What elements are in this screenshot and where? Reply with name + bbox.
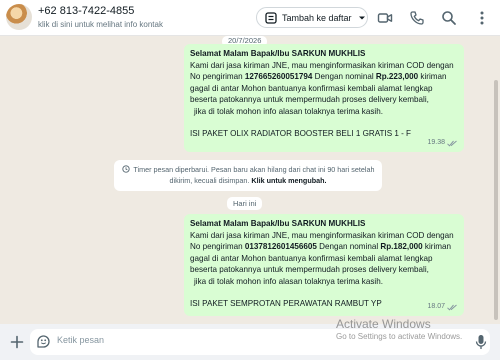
message-text: Dengan nominal — [319, 242, 379, 252]
voice-call-icon[interactable] — [409, 10, 425, 26]
contact-name[interactable]: +62 813-7422-4855 — [38, 5, 134, 17]
message-text: No pengiriman — [190, 242, 243, 252]
disappearing-timer-notice[interactable]: Timer pesan diperbarui. Pesan baru akan … — [114, 160, 382, 191]
sticker-icon[interactable] — [36, 334, 51, 349]
message-time: 18.07 — [427, 303, 445, 311]
activate-windows-title: Activate Windows — [336, 317, 431, 331]
message-text: jika di tolak mohon info alasan tolaknya… — [194, 106, 383, 116]
message-bubble[interactable]: Selamat Malam Bapak/Ibu SARKUN MUKHLIS K… — [184, 214, 464, 316]
attach-plus-icon[interactable] — [10, 335, 24, 349]
amount: Rp.182,000 — [380, 242, 423, 252]
message-text: No pengiriman — [190, 72, 243, 82]
timer-icon — [121, 165, 130, 173]
message-text: kiriman — [424, 242, 452, 252]
contact-info-hint[interactable]: klik di sini untuk melihat info kontak — [38, 20, 163, 29]
message-time: 19.38 — [427, 139, 445, 147]
double-check-icon — [447, 304, 457, 311]
package-contents: ISI PAKET SEMPROTAN PERAWATAN RAMBUT YP — [190, 298, 382, 308]
message-text: jika di tolak mohon info alasan tolaknya… — [194, 276, 383, 286]
date-divider-today: Hari ini — [227, 197, 263, 210]
message-input-placeholder: Ketik pesan — [57, 335, 105, 345]
change-timer-link[interactable]: Klik untuk mengubah. — [251, 176, 326, 185]
message-text: beserta patokannya untuk mempermudah pro… — [190, 95, 429, 105]
message-text: Dengan nominal — [314, 72, 374, 82]
add-to-list-button[interactable]: Tambah ke daftar — [256, 7, 368, 28]
activate-windows-subtitle: Go to Settings to activate Windows. — [336, 332, 463, 341]
message-bubble[interactable]: Selamat Malam Bapak/Ibu SARKUN MUKHLIS K… — [184, 44, 464, 152]
menu-icon[interactable] — [474, 10, 490, 26]
video-call-icon[interactable] — [377, 10, 393, 26]
message-text: beserta patokannya untuk mempermudah pro… — [190, 265, 429, 275]
search-icon[interactable] — [441, 10, 457, 26]
chat-scrollbar[interactable] — [494, 80, 498, 320]
chat-area[interactable]: 20/7/2026 Selamat Malam Bapak/Ibu SARKUN… — [0, 36, 500, 324]
message-text: kiriman — [420, 72, 447, 82]
message-text: Kami dari jasa kiriman JNE, mau menginfo… — [190, 230, 454, 240]
list-add-icon — [265, 11, 277, 24]
chevron-down-icon — [358, 16, 365, 19]
message-text: Kami dari jasa kiriman JNE, mau menginfo… — [190, 60, 454, 70]
double-check-icon — [447, 140, 457, 147]
contact-avatar[interactable] — [6, 4, 32, 30]
message-greeting: Selamat Malam Bapak/Ibu SARKUN MUKHLIS — [190, 49, 366, 58]
tracking-number: 0137812601456605 — [244, 242, 317, 252]
message-greeting: Selamat Malam Bapak/Ibu SARKUN MUKHLIS — [190, 219, 366, 228]
amount: Rp.223,000 — [375, 72, 419, 82]
microphone-icon[interactable] — [474, 334, 488, 350]
message-text: gagal di antar Mohon bantuanya konfirmas… — [190, 83, 433, 93]
package-contents: ISI PAKET OLIX RADIATOR BOOSTER BELI 1 G… — [190, 128, 411, 138]
message-text: gagal di antar Mohon bantuanya konfirmas… — [190, 253, 433, 263]
chat-header: +62 813-7422-4855 klik di sini untuk mel… — [0, 0, 500, 36]
add-to-list-label: Tambah ke daftar — [282, 12, 352, 23]
tracking-number: 127665260051794 — [244, 72, 313, 82]
